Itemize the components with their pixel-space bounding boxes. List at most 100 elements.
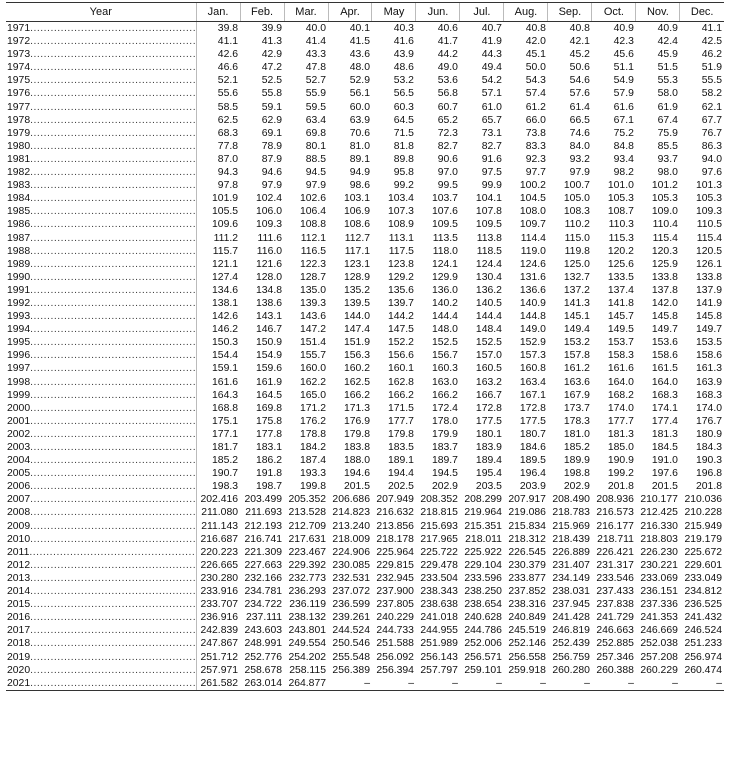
year-cell: 1986....................................…: [6, 218, 196, 231]
value-cell: 215.693: [420, 520, 458, 532]
value-cell: 178.8: [299, 428, 326, 440]
value-cell: 101.3: [695, 180, 722, 192]
value-cell: 136.6: [519, 284, 546, 296]
value-cell: 245.519: [508, 625, 546, 637]
value-cell: 57.6: [569, 88, 590, 100]
value-cell: 134.6: [195, 283, 241, 297]
value-cell: 161.6: [607, 363, 634, 375]
value-cell: 256.143: [420, 651, 458, 663]
value-cell: 105.3: [651, 193, 678, 205]
value-cell: 108.9: [387, 219, 414, 231]
table-row: 1974....................................…: [6, 61, 724, 75]
value-cell: 237.852: [508, 586, 546, 598]
value-cell: –: [679, 676, 724, 691]
year-cell: 1978....................................…: [6, 114, 196, 127]
dot-leader: ........................................…: [30, 49, 197, 61]
value-cell: 191.8: [256, 468, 283, 480]
value-cell: 112.1: [300, 232, 326, 244]
value-cell: 40.8: [525, 23, 546, 34]
value-cell: 52.1: [195, 74, 241, 88]
value-cell: 184.5: [651, 442, 678, 453]
value-cell: 109.5: [475, 219, 502, 231]
value-cell: –: [459, 676, 504, 691]
year-label: 2005: [7, 468, 31, 480]
table-row: 1979....................................…: [6, 126, 724, 140]
value-cell: 105.0: [563, 193, 590, 205]
value-cell: 100.2: [519, 180, 546, 192]
value-cell: 143.6: [299, 311, 326, 323]
value-cell: 41.6: [393, 36, 414, 48]
value-cell: 203.9: [519, 481, 546, 493]
value-cell: 144.0: [343, 311, 370, 323]
dot-leader: ........................................…: [30, 455, 197, 467]
value-cell: 234.149: [552, 572, 590, 584]
value-cell: 244.524: [332, 625, 370, 637]
value-cell: 218.178: [376, 533, 414, 545]
year-cell: 1995....................................…: [6, 336, 196, 349]
value-cell: 224.906: [332, 546, 370, 558]
value-cell: 160.1: [387, 363, 414, 375]
value-cell: 51.9: [701, 62, 722, 74]
value-cell: 155.7: [299, 350, 326, 362]
value-cell: 55.9: [305, 88, 326, 100]
table-row: 2013....................................…: [6, 571, 724, 586]
value-cell: 162.8: [387, 376, 414, 388]
year-cell: 2018....................................…: [6, 637, 196, 650]
value-cell: 45.2: [569, 49, 590, 61]
value-cell: 98.6: [349, 180, 370, 192]
value-cell: 175.8: [256, 415, 283, 427]
value-cell: 195.4: [475, 468, 502, 480]
value-cell: 107.8: [475, 206, 502, 218]
value-cell: 259.918: [508, 664, 546, 676]
value-cell: 153.7: [607, 337, 634, 349]
value-cell: 264.877: [284, 676, 328, 691]
value-cell: 91.6: [481, 153, 502, 165]
dot-leader: ........................................…: [30, 167, 197, 179]
value-cell: 131.6: [519, 271, 546, 283]
dot-leader: ........................................…: [30, 415, 197, 427]
year-label: 1995: [7, 337, 31, 349]
year-label: 2010: [7, 533, 31, 545]
table-row: 2017....................................…: [6, 624, 724, 638]
value-cell: 104.5: [519, 193, 546, 205]
value-cell: 185.2: [195, 454, 241, 468]
value-cell: 166.7: [475, 389, 502, 401]
value-cell: 46.6: [195, 61, 241, 75]
value-cell: 153.6: [651, 337, 678, 349]
year-cell: 2010....................................…: [6, 533, 196, 546]
year-cell: 2008....................................…: [6, 506, 196, 519]
value-cell: 74.6: [569, 127, 590, 139]
dot-leader: ........................................…: [30, 677, 197, 689]
value-cell: 252.439: [552, 638, 590, 650]
dot-leader: ........................................…: [30, 664, 197, 676]
year-cell: 1998....................................…: [6, 376, 196, 389]
value-cell: 250.546: [332, 638, 370, 650]
value-cell: 161.6: [195, 375, 241, 389]
value-cell: 140.5: [475, 297, 502, 309]
value-cell: 206.686: [332, 494, 370, 506]
value-cell: 163.4: [519, 376, 546, 388]
value-cell: 71.5: [393, 127, 414, 139]
value-cell: 251.989: [420, 638, 458, 650]
value-cell: 117.5: [388, 245, 414, 257]
value-cell: 147.4: [343, 324, 370, 336]
month-column-header: Jan.: [195, 2, 241, 22]
value-cell: 108.6: [343, 219, 370, 231]
year-label: 2002: [7, 428, 31, 440]
year-label: 1973: [7, 49, 31, 61]
value-cell: 45.9: [657, 49, 678, 61]
value-cell: 161.3: [695, 363, 722, 375]
value-cell: 66.5: [569, 114, 590, 126]
value-cell: 238.638: [420, 599, 458, 611]
year-label: 1998: [7, 376, 31, 388]
value-cell: 188.0: [343, 455, 370, 467]
value-cell: 231.407: [552, 559, 590, 571]
value-cell: 164.5: [256, 389, 283, 401]
value-cell: 177.1: [195, 427, 241, 441]
value-cell: 149.0: [519, 324, 546, 336]
table-row: 1995....................................…: [6, 336, 724, 350]
table-row: 1996....................................…: [6, 349, 724, 363]
value-cell: 257.971: [195, 663, 241, 677]
value-cell: 135.0: [299, 284, 326, 296]
value-cell: 133.8: [695, 271, 722, 283]
